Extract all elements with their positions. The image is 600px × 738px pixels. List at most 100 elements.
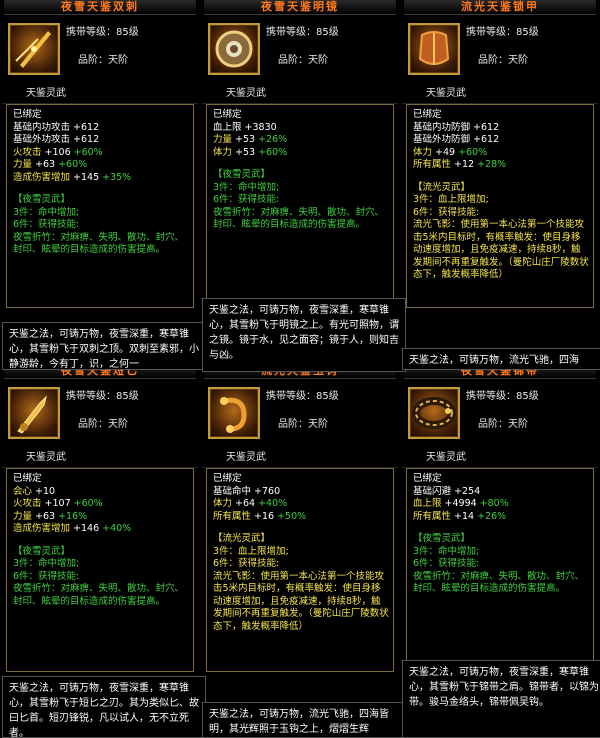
item-icon[interactable] bbox=[8, 23, 60, 75]
stat-percent: +60% bbox=[458, 146, 488, 158]
item-icon[interactable] bbox=[408, 387, 460, 439]
stat-row: 体力 +49 +60% bbox=[413, 147, 589, 160]
item-icon[interactable] bbox=[208, 23, 260, 75]
bound-status: 已绑定 bbox=[213, 109, 242, 120]
set-bonus-line: 6件：获得技能: bbox=[213, 194, 280, 205]
set-name: 【夜雪灵武】 bbox=[13, 194, 71, 205]
stat-label: 基础闪避 bbox=[413, 485, 455, 497]
item-attributes: 已绑定 血上限 +3830 力量 +53 +26% 体力 +53 +60% 【夜雪灵武】 3件… bbox=[206, 104, 394, 298]
carry-level: 携带等级：85级 bbox=[266, 27, 339, 38]
set-name: 【夜雪灵武】 bbox=[413, 533, 471, 544]
stat-label: 体力 bbox=[213, 498, 236, 509]
stat-value: +16 bbox=[254, 510, 275, 522]
set-bonus-line: 3件：命中增加; bbox=[13, 558, 80, 569]
stat-percent: +50% bbox=[277, 510, 307, 522]
stat-value: +612 bbox=[73, 121, 100, 133]
set-bonus-line: 夜雪折竹：对麻痹、失明、散功、封穴、封印、眩晕的目标造成的伤害提高。 bbox=[413, 570, 585, 595]
carry-level: 携带等级：85级 bbox=[66, 27, 139, 38]
stat-label: 体力 bbox=[413, 146, 436, 158]
set-name: 【夜雪灵武】 bbox=[213, 169, 271, 180]
carry-level: 携带等级：85级 bbox=[466, 391, 539, 402]
item-header: 携带等级：85级 品阶：天阶 bbox=[402, 15, 598, 85]
stat-label: 力量 bbox=[213, 134, 236, 145]
set-bonus-line: 6件：获得技能: bbox=[213, 558, 280, 569]
stat-percent: +60% bbox=[258, 146, 288, 158]
item-icon[interactable] bbox=[208, 387, 260, 439]
item-lore-description: 天鉴之法，可铸万物，夜雪深重，寒草锥心，其雪粉飞于双刺之顶。双刺至素邪，小静游龄… bbox=[2, 322, 206, 370]
stat-row: 基础命中 +760 bbox=[213, 486, 389, 499]
set-bonus-line: 夜雪折竹：对麻痹、失明、散功、封穴、封印、眩晕的目标造成的伤害提高。 bbox=[13, 583, 185, 607]
stat-percent: +26% bbox=[477, 510, 507, 522]
item-lore-description: 天鉴之法，可铸万物，夜雪深重，寒草锥心，其雪粉飞于明镜之上。有光可照物，谓之镜。… bbox=[202, 298, 406, 372]
item-category: 天鉴灵武 bbox=[402, 449, 598, 468]
item-category: 天鉴灵武 bbox=[402, 85, 598, 104]
stat-row: 造成伤害增加 +146 +40% bbox=[13, 523, 189, 536]
item-lore-description: 天鉴之法，可铸万物，夜雪深重，寒草锥心，其雪粉飞于短匕之刃。其为类似匕、故曰匕首… bbox=[2, 676, 206, 738]
stat-value: +63 bbox=[35, 159, 56, 170]
stat-row: 会心 +10 bbox=[13, 486, 189, 499]
stat-value: +612 bbox=[73, 134, 100, 145]
stat-value: +49 bbox=[435, 146, 456, 158]
stat-label: 基础内功攻击 bbox=[13, 121, 74, 133]
item-grade: 品阶：天阶 bbox=[78, 55, 128, 66]
set-bonus-line: 6件：获得技能: bbox=[413, 558, 480, 569]
stat-value: +107 bbox=[44, 498, 71, 509]
item-tooltip-jindai: 夜雪天鉴锦带 携带等级：85级 品阶：天阶 天鉴灵武 已绑定 基础闪避 +254 血上限 +… bbox=[402, 364, 598, 660]
item-category: 天鉴灵武 bbox=[202, 449, 398, 468]
item-grade: 品阶：天阶 bbox=[78, 419, 128, 430]
item-header: 携带等级：85级 品阶：天阶 bbox=[402, 379, 598, 449]
set-name: 【流光灵武】 bbox=[213, 533, 271, 544]
stat-row: 所有属性 +16 +50% bbox=[213, 511, 389, 524]
stat-value: +53 bbox=[235, 134, 256, 145]
set-bonus-line: 流光飞影：使用第一本心法第一个技能攻击5米内目标时，有概率触发：使目身移动速度增… bbox=[413, 219, 589, 280]
item-icon[interactable] bbox=[8, 387, 60, 439]
stat-value: +14 bbox=[454, 510, 475, 522]
stat-row: 所有属性 +14 +26% bbox=[413, 511, 589, 524]
stat-label: 所有属性 bbox=[413, 510, 455, 522]
item-attributes: 已绑定 基础命中 +760 体力 +64 +40% 所有属性 +16 +50% 【流光灵武】… bbox=[206, 468, 394, 672]
item-header: 携带等级：85级 品阶：天阶 bbox=[202, 15, 398, 85]
stat-label: 造成伤害增加 bbox=[13, 523, 74, 534]
stat-value: +146 bbox=[73, 523, 100, 534]
item-icon[interactable] bbox=[408, 23, 460, 75]
stat-value: +145 bbox=[73, 171, 100, 183]
item-grade: 品阶：天阶 bbox=[278, 55, 328, 66]
stat-row: 造成伤害增加 +145 +35% bbox=[13, 172, 189, 185]
bound-status: 已绑定 bbox=[413, 109, 442, 120]
stat-label: 基础外功攻击 bbox=[13, 134, 74, 145]
stat-label: 造成伤害增加 bbox=[13, 171, 74, 183]
item-attributes: 已绑定 基础内功攻击 +612 基础外功攻击 +612 火攻击 +106 +60% 力量 … bbox=[6, 104, 194, 308]
stat-label: 会心 bbox=[13, 485, 36, 497]
stat-percent: +60% bbox=[73, 498, 103, 509]
stat-row: 基础内功防御 +612 bbox=[413, 122, 589, 135]
stat-value: +10 bbox=[35, 485, 56, 497]
item-name: 夜雪天鉴明镜 bbox=[204, 0, 396, 15]
stat-value: +106 bbox=[44, 146, 71, 158]
stat-percent: +40% bbox=[258, 498, 288, 509]
stat-label: 火攻击 bbox=[13, 498, 45, 509]
stat-percent: +28% bbox=[477, 159, 507, 170]
item-category: 天鉴灵武 bbox=[2, 85, 198, 104]
stat-row: 血上限 +4994 +80% bbox=[413, 498, 589, 511]
stat-row: 体力 +53 +60% bbox=[213, 147, 389, 160]
stat-percent: +26% bbox=[258, 134, 288, 145]
set-name: 【夜雪灵武】 bbox=[13, 545, 71, 557]
stat-percent: +80% bbox=[479, 498, 509, 509]
item-tooltip-shuangci: 夜雪天鉴双刺 携带等级：85级 品阶：天阶 天鉴灵武 已绑定 基础内功攻击 +612 基础外… bbox=[2, 0, 198, 322]
item-header: 携带等级：85级 品阶：天阶 bbox=[2, 15, 198, 85]
stat-row: 火攻击 +107 +60% bbox=[13, 498, 189, 511]
item-attributes: 已绑定 基础内功防御 +612 基础外功防御 +612 体力 +49 +60% 所有属性 … bbox=[406, 104, 594, 308]
stat-percent: +60% bbox=[58, 159, 88, 170]
stat-label: 火攻击 bbox=[13, 146, 45, 158]
stat-value: +3830 bbox=[244, 121, 277, 133]
stat-label: 体力 bbox=[213, 146, 236, 158]
stat-label: 基础命中 bbox=[213, 485, 255, 497]
stat-label: 基础内功防御 bbox=[413, 121, 474, 133]
stat-row: 基础外功攻击 +612 bbox=[13, 134, 189, 147]
stat-value: +64 bbox=[235, 498, 256, 509]
stat-label: 血上限 bbox=[213, 121, 245, 133]
item-lore-description: 天鉴之法，可铸万物，流光飞驰，四海 bbox=[402, 348, 600, 370]
item-tooltip-duanbi: 夜雪天鉴短匕 携带等级：85级 品阶：天阶 天鉴灵武 已绑定 会心 +10 火攻击 +107… bbox=[2, 364, 198, 676]
stat-value: +612 bbox=[473, 134, 500, 145]
stat-label: 所有属性 bbox=[413, 159, 455, 170]
